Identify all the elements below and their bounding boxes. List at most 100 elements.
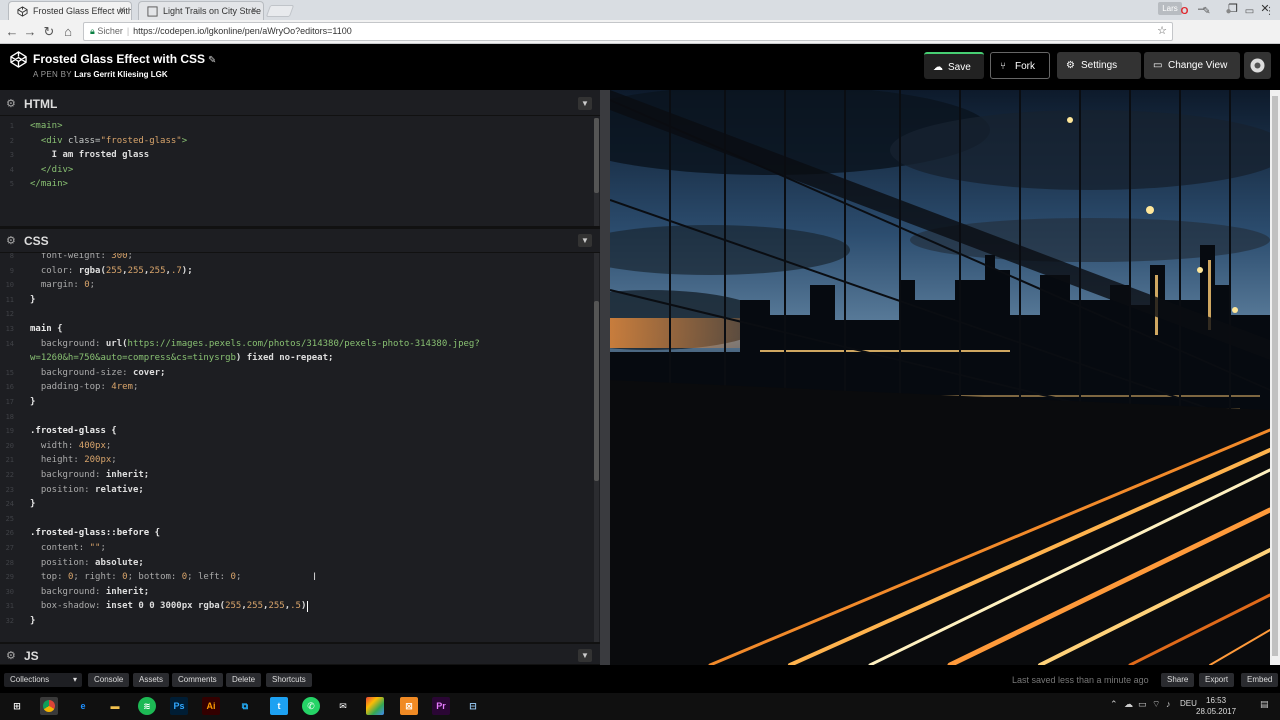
back-arrow-icon[interactable]: ← [4, 24, 20, 40]
html-pane-header[interactable]: ⚙ HTML ▼ [0, 92, 600, 116]
notification-icon[interactable]: ▤ [1260, 699, 1269, 710]
code-line[interactable]: background: url(https://images.pexels.co… [30, 339, 480, 349]
code-line[interactable]: padding-top: 4rem; [30, 382, 139, 392]
code-line[interactable]: background: inherit; [30, 470, 149, 480]
editor-preview-resizer[interactable] [600, 90, 610, 665]
language-indicator[interactable]: DEU [1180, 699, 1197, 708]
menu-icon[interactable]: ⋮ [1263, 5, 1276, 18]
chevron-down-icon[interactable]: ▼ [578, 97, 592, 110]
code-line[interactable]: I am frosted glass [30, 150, 150, 160]
gear-icon[interactable]: ⚙ [6, 649, 16, 662]
delete-button[interactable]: Delete [226, 673, 262, 687]
assets-button[interactable]: Assets [133, 673, 170, 687]
collections-dropdown[interactable]: Collections ▾ [4, 673, 82, 687]
html-scrollbar[interactable] [594, 118, 599, 226]
code-line[interactable]: .frosted-glass { [30, 426, 117, 436]
code-line[interactable]: font-weight: 300; [30, 253, 133, 261]
new-tab-button[interactable] [265, 5, 295, 17]
fork-button[interactable]: ⑂ Fork [990, 52, 1050, 79]
code-line[interactable]: margin: 0; [30, 280, 95, 290]
edge-icon[interactable]: e [74, 697, 92, 715]
embed-button[interactable]: Embed [1241, 673, 1279, 687]
network-icon[interactable]: ⌔ [1152, 699, 1160, 710]
code-line[interactable]: width: 400px; [30, 441, 111, 451]
close-tab-icon[interactable]: × [251, 5, 257, 16]
battery-icon[interactable]: ▭ [1138, 699, 1147, 710]
xampp-icon[interactable]: ⊠ [400, 697, 418, 715]
settings-button[interactable]: ⚙ Settings [1057, 52, 1141, 79]
css-editor[interactable]: 8 font-weight: 300; 9 color: rgba(255,255… [0, 253, 600, 642]
code-line[interactable]: .frosted-glass::before { [30, 528, 160, 538]
pen-title[interactable]: Frosted Glass Effect with CSS ✎ [33, 52, 216, 66]
address-bar[interactable]: 🔒︎ Sicher | https://codepen.io/lgkonline/p… [83, 22, 1173, 41]
extension-icon[interactable]: ● [1222, 5, 1235, 18]
edit-pencil-icon[interactable]: ✎ [208, 55, 216, 66]
whatsapp-icon[interactable]: ✆ [302, 697, 320, 715]
home-icon[interactable]: ⌂ [60, 24, 76, 40]
code-line[interactable]: top: 0; right: 0; bottom: 0; left: 0; [30, 572, 242, 582]
close-tab-icon[interactable]: × [119, 5, 125, 16]
change-view-button[interactable]: ▭ Change View [1144, 52, 1240, 79]
browser-tab-inactive[interactable]: Light Trails on City Stree × [138, 1, 264, 20]
chevron-down-icon[interactable]: ▼ [578, 649, 592, 662]
html-editor[interactable]: 1 <main> 2 <div class="frosted-glass"> 3 I … [0, 118, 600, 226]
js-pane-header[interactable]: ⚙ JS ▼ [0, 644, 600, 665]
code-line[interactable]: position: absolute; [30, 558, 144, 568]
reload-icon[interactable]: ↻ [41, 24, 57, 40]
mail-icon[interactable]: ✉ [334, 697, 352, 715]
taskbar-clock[interactable]: 16:53 28.05.2017 [1196, 695, 1236, 717]
photos-icon[interactable] [366, 697, 384, 715]
code-line[interactable]: } [30, 397, 35, 407]
gear-icon[interactable]: ⚙ [6, 234, 16, 247]
code-line[interactable]: <main> [30, 121, 63, 131]
opera-icon[interactable]: O [1178, 5, 1191, 18]
code-line[interactable]: content: ""; [30, 543, 106, 553]
browser-tab-active[interactable]: Frosted Glass Effect with × [8, 1, 132, 20]
author-link[interactable]: Lars Gerrit Kliesing LGK [74, 70, 167, 79]
cast-icon[interactable]: ▭ [1243, 5, 1256, 18]
twitter-icon[interactable]: t [270, 697, 288, 715]
code-line[interactable]: height: 200px; [30, 455, 117, 465]
share-button[interactable]: Share [1161, 673, 1195, 687]
code-line[interactable]: background: inherit; [30, 587, 149, 597]
code-line[interactable]: } [30, 616, 35, 626]
code-line[interactable]: position: relative; [30, 485, 144, 495]
code-line[interactable]: </main> [30, 179, 68, 189]
app-icon[interactable]: ⊟ [464, 697, 482, 715]
file-explorer-icon[interactable]: ▬ [106, 697, 124, 715]
code-line[interactable]: </div> [30, 165, 74, 175]
console-button[interactable]: Console [88, 673, 130, 687]
code-line[interactable]: } [30, 295, 35, 305]
volume-icon[interactable]: ♪ [1166, 699, 1171, 709]
comments-button[interactable]: Comments [172, 673, 223, 687]
preview-scrollbar[interactable] [1270, 90, 1280, 665]
code-line[interactable]: } [30, 499, 35, 509]
code-line[interactable]: w=1260&h=750&auto=compress&cs=tinysrgb) … [30, 353, 333, 363]
tray-chevron-icon[interactable]: ⌃ [1110, 699, 1118, 710]
tray-app-icon[interactable]: ☁ [1124, 699, 1133, 710]
codepen-logo-icon[interactable] [10, 51, 27, 68]
windows-start-icon[interactable]: ⊞ [8, 697, 26, 715]
chrome-icon[interactable] [40, 697, 58, 715]
extension-icon[interactable]: ✎ [1200, 5, 1213, 18]
photoshop-icon[interactable]: Ps [170, 697, 188, 715]
css-scrollbar[interactable] [594, 253, 599, 642]
export-button[interactable]: Export [1199, 673, 1235, 687]
code-line[interactable]: <div class="frosted-glass"> [30, 136, 187, 146]
code-line[interactable]: box-shadow: inset 0 0 3000px rgba(255,25… [30, 601, 307, 611]
chevron-down-icon[interactable]: ▼ [578, 234, 592, 247]
user-avatar[interactable] [1244, 52, 1271, 79]
css-pane-header[interactable]: ⚙ CSS ▼ [0, 229, 600, 253]
premiere-icon[interactable]: Pr [432, 697, 450, 715]
forward-arrow-icon[interactable]: → [22, 24, 38, 40]
save-button[interactable]: ☁ Save [924, 52, 984, 79]
shortcuts-button[interactable]: Shortcuts [266, 673, 312, 687]
code-line[interactable]: background-size: cover; [30, 368, 166, 378]
gear-icon[interactable]: ⚙ [6, 97, 16, 110]
star-icon[interactable]: ☆ [1157, 23, 1167, 40]
vscode-icon[interactable]: ⧉ [236, 697, 254, 715]
code-line[interactable]: main { [30, 324, 63, 334]
spotify-icon[interactable]: ≋ [138, 697, 156, 715]
preview-frame[interactable] [610, 90, 1270, 665]
illustrator-icon[interactable]: Ai [202, 697, 220, 715]
